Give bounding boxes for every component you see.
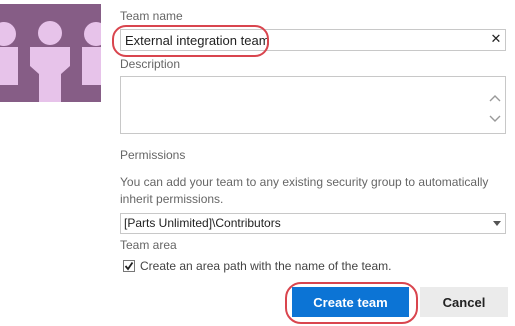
cancel-button[interactable]: Cancel (420, 287, 508, 317)
caret-down-icon (493, 221, 501, 226)
description-textarea[interactable] (120, 76, 506, 134)
chevron-up-icon[interactable] (488, 92, 502, 104)
team-icon (0, 21, 101, 102)
team-area-label: Team area (120, 238, 177, 252)
close-icon[interactable]: ✕ (489, 30, 503, 48)
create-area-path-label: Create an area path with the name of the… (140, 259, 392, 273)
permissions-select[interactable]: [Parts Unlimited]\Contributors (120, 213, 506, 234)
permissions-label: Permissions (120, 148, 186, 162)
description-label: Description (120, 57, 181, 71)
team-avatar (0, 4, 101, 102)
checkmark-icon (124, 261, 134, 271)
create-area-path-checkbox[interactable] (123, 260, 135, 272)
team-name-input[interactable] (120, 29, 506, 51)
team-name-label: Team name (120, 9, 183, 23)
chevron-down-icon[interactable] (488, 113, 502, 125)
permissions-help-text: You can add your team to any existing se… (120, 175, 489, 206)
create-team-button[interactable]: Create team (292, 287, 409, 317)
permissions-selected-value: [Parts Unlimited]\Contributors (124, 216, 281, 230)
